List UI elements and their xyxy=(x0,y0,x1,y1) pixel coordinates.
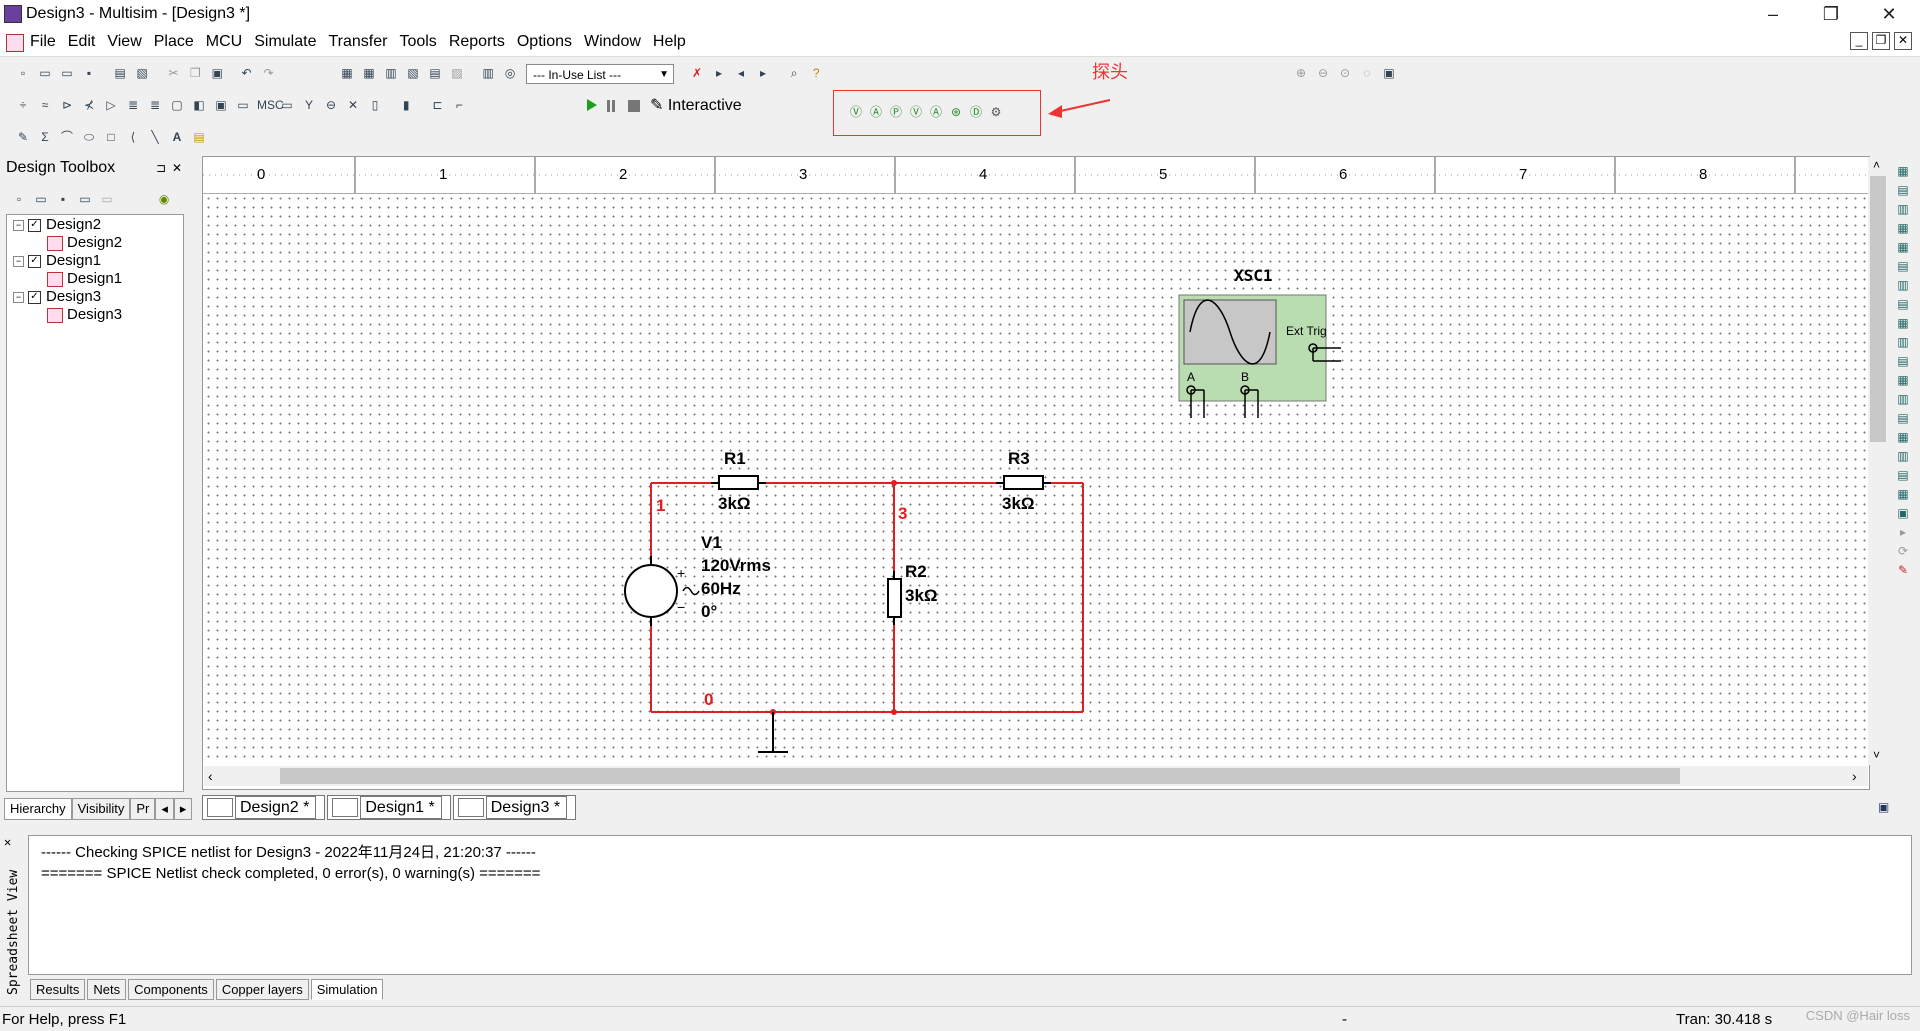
spreadsheet-view[interactable]: ------ Checking SPICE netlist for Design… xyxy=(28,835,1912,975)
labview-icon[interactable]: ▣ xyxy=(1895,505,1911,521)
log-line: ------ Checking SPICE netlist for Design… xyxy=(41,844,536,861)
resistor-r2[interactable] xyxy=(887,578,902,618)
resistor-r3[interactable] xyxy=(1003,475,1044,490)
schematic-icon xyxy=(457,798,484,817)
v1-name: V1 xyxy=(701,533,722,552)
vertical-scroll-thumb[interactable] xyxy=(1870,176,1886,442)
v1-frequency: 60Hz xyxy=(701,579,741,598)
agilent-multimeter-icon[interactable]: ▥ xyxy=(1895,448,1911,464)
horizontal-scroll-thumb[interactable] xyxy=(280,768,1680,784)
scroll-right-icon[interactable]: › xyxy=(1852,768,1857,784)
distortion-analyzer-icon[interactable]: ▦ xyxy=(1895,372,1911,388)
ext-trig-label: Ext Trig xyxy=(1286,324,1327,338)
schematic-icon xyxy=(332,798,359,817)
junctions xyxy=(770,480,897,715)
tab-copper-layers[interactable]: Copper layers xyxy=(215,979,309,1000)
tab-results[interactable]: Results xyxy=(30,979,86,1000)
spreadsheet-tabs: Results Nets Components Copper layers Si… xyxy=(30,979,385,1000)
log-line: ======= SPICE Netlist check completed, 0… xyxy=(41,865,541,882)
spreadsheet-side-label: ✕ Spreadsheet View xyxy=(4,835,21,995)
iv-analyzer-icon[interactable]: ▤ xyxy=(1895,353,1911,369)
node-1-label: 1 xyxy=(656,496,666,515)
logic-analyzer-icon[interactable]: ▥ xyxy=(1895,334,1911,350)
current-clamp-icon[interactable]: ⟳ xyxy=(1895,543,1911,559)
tektronix-oscilloscope-icon[interactable]: ▦ xyxy=(1895,486,1911,502)
instruments-toolbar: ▦ ▤ ▥ ▦ ▦ ▤ ▥ ▤ ▦ ▥ ▤ ▦ ▥ ▤ ▦ ▥ ▤ ▦ ▣ ▸ … xyxy=(1893,160,1915,660)
node-0-label: 0 xyxy=(704,690,714,709)
v1-voltage: 120Vrms xyxy=(701,556,771,575)
spreadsheet-close-icon[interactable]: ✕ xyxy=(4,835,11,849)
watermark: CSDN @Hair loss xyxy=(1805,1008,1910,1023)
tab-simulation[interactable]: Simulation xyxy=(310,979,384,1000)
sheet-tab-design2[interactable]: Design2 * xyxy=(202,795,326,820)
sheet-tab-design1[interactable]: Design1 * xyxy=(327,795,451,820)
word-generator-icon[interactable]: ▤ xyxy=(1895,296,1911,312)
agilent-generator-icon[interactable]: ▦ xyxy=(1895,429,1911,445)
status-bar: For Help, press F1 - Tran: 30.418 s xyxy=(0,1006,1920,1031)
r1-value: 3kΩ xyxy=(718,494,751,513)
sheet-tabs: Design2 * Design1 * Design3 * xyxy=(202,795,578,820)
r3-value: 3kΩ xyxy=(1002,494,1035,513)
svg-text:+: + xyxy=(677,565,685,581)
function-generator-icon[interactable]: ▤ xyxy=(1895,182,1911,198)
wattmeter-icon[interactable]: ▥ xyxy=(1895,201,1911,217)
scroll-down-icon[interactable]: ˅ xyxy=(1873,748,1880,762)
channel-a-label: A xyxy=(1187,370,1196,384)
schematic-icon xyxy=(207,798,233,817)
scroll-up-icon[interactable]: ˄ xyxy=(1873,158,1880,172)
v1-phase: 0° xyxy=(701,602,718,621)
channel-b-label: B xyxy=(1241,370,1250,384)
oscilloscope-name: XSC1 xyxy=(1234,266,1273,285)
r2-name: R2 xyxy=(905,562,927,581)
r2-value: 3kΩ xyxy=(905,586,938,605)
svg-text:−: − xyxy=(677,599,685,615)
ni-elvis-icon[interactable]: ▸ xyxy=(1895,524,1911,540)
network-analyzer-icon[interactable]: ▤ xyxy=(1895,410,1911,426)
sheet-tab-design3[interactable]: Design3 * xyxy=(452,795,577,820)
frequency-counter-icon[interactable]: ▥ xyxy=(1895,277,1911,293)
resistor-r1[interactable] xyxy=(718,475,759,490)
help-status: For Help, press F1 xyxy=(2,1011,127,1028)
oscilloscope-xsc1[interactable] xyxy=(1178,294,1341,418)
status-separator: - xyxy=(1342,1011,1347,1028)
tab-nets[interactable]: Nets xyxy=(87,979,127,1000)
four-channel-oscilloscope-icon[interactable]: ▦ xyxy=(1895,239,1911,255)
transient-time: Tran: 30.418 s xyxy=(1676,1011,1773,1028)
logic-converter-icon[interactable]: ▦ xyxy=(1895,315,1911,331)
multimeter-icon[interactable]: ▦ xyxy=(1895,163,1911,179)
node-3-label: 3 xyxy=(898,504,908,523)
ac-source-v1[interactable]: + − xyxy=(624,556,700,626)
r3-name: R3 xyxy=(1008,449,1030,468)
r1-name: R1 xyxy=(724,449,746,468)
restore-view-icon[interactable]: ▣ xyxy=(1878,800,1889,814)
oscilloscope-icon[interactable]: ▦ xyxy=(1895,220,1911,236)
spectrum-analyzer-icon[interactable]: ▥ xyxy=(1895,391,1911,407)
ground-symbol[interactable] xyxy=(758,712,788,753)
bode-plotter-icon[interactable]: ▤ xyxy=(1895,258,1911,274)
agilent-oscilloscope-icon[interactable]: ▤ xyxy=(1895,467,1911,483)
measurement-probe-icon[interactable]: ✎ xyxy=(1895,562,1911,578)
tab-components[interactable]: Components xyxy=(128,979,214,1000)
scroll-left-icon[interactable]: ‹ xyxy=(208,768,213,784)
